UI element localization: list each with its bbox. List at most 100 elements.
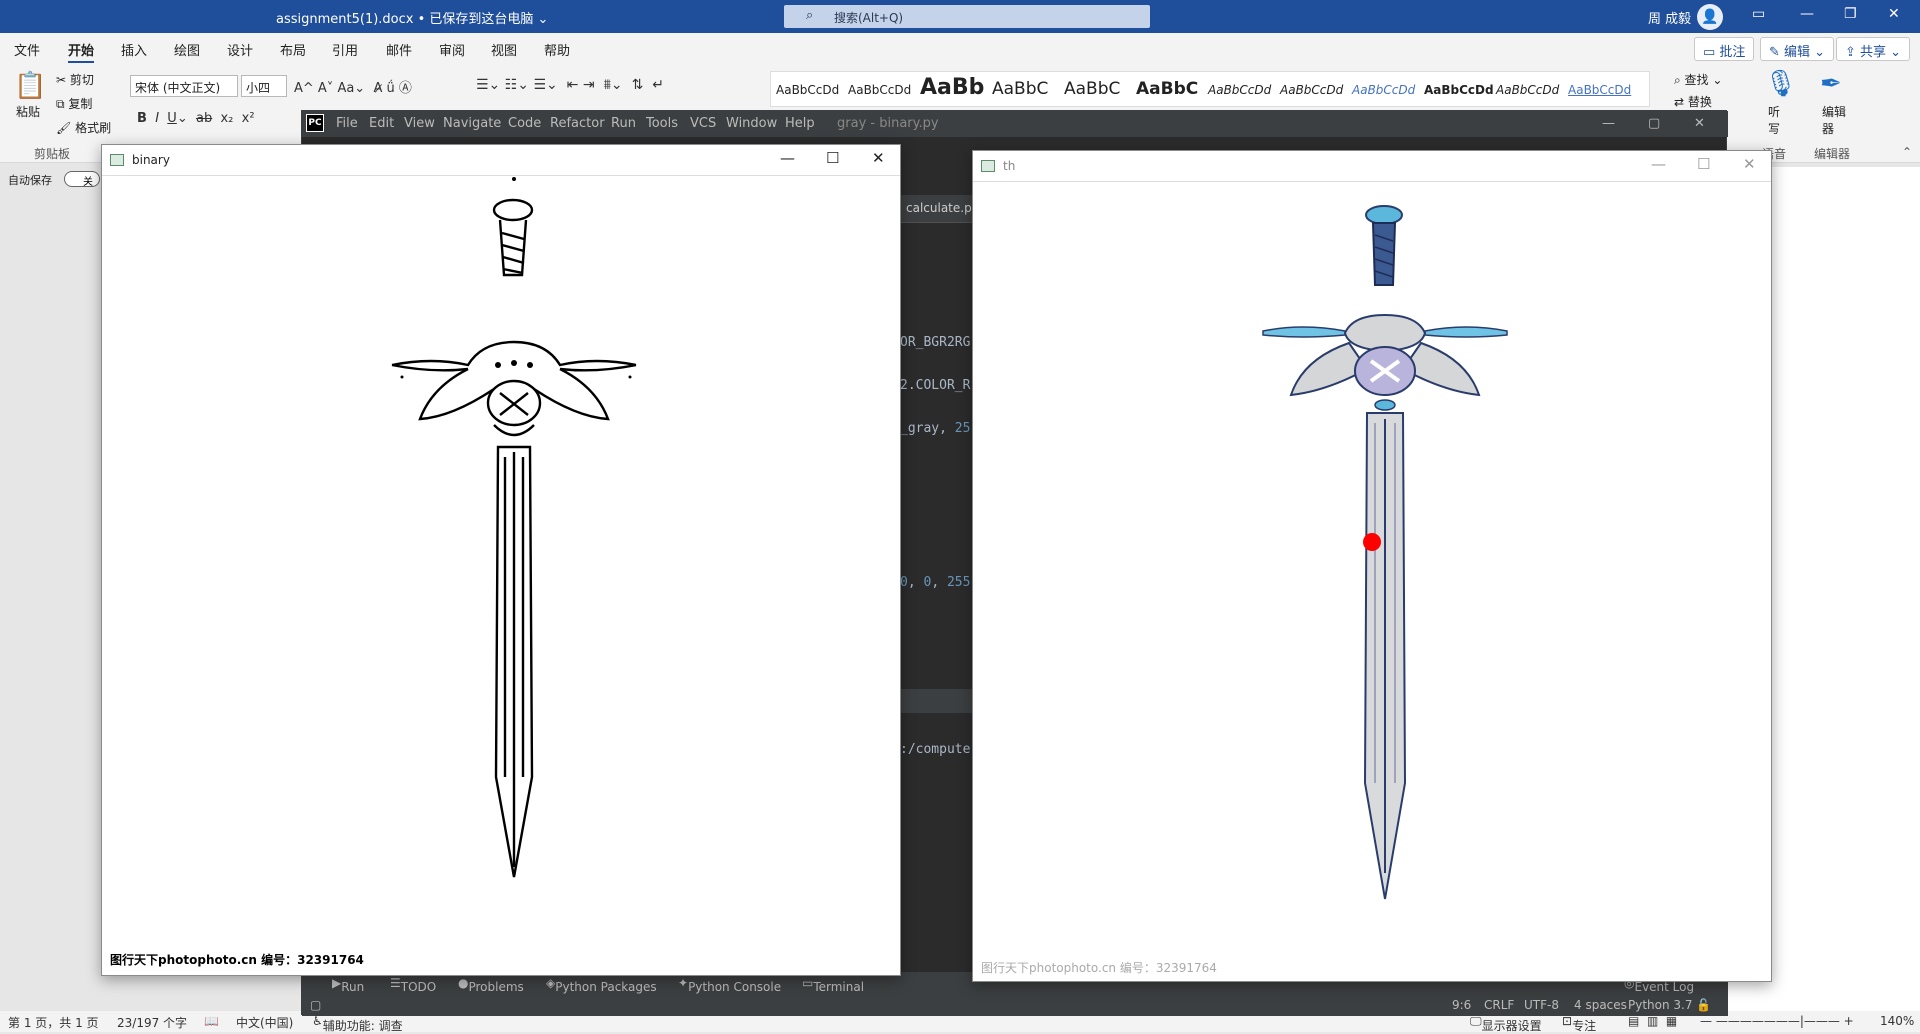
style-quote[interactable]: AaBbCcDd xyxy=(1496,83,1559,97)
style-title[interactable]: AaBbC xyxy=(1064,79,1120,99)
tab-calculate-py[interactable]: calculate.py xyxy=(906,201,979,215)
style-subtitle[interactable]: AaBbC xyxy=(1136,79,1198,99)
tab-insert[interactable]: 插入 xyxy=(121,40,147,59)
ribbon-display-icon[interactable]: ▭ xyxy=(1752,6,1765,22)
menu-edit[interactable]: Edit xyxy=(369,116,394,131)
tab-mailings[interactable]: 邮件 xyxy=(386,40,412,59)
share-button[interactable]: ⇪ 共享 ⌄ xyxy=(1836,37,1911,61)
console-tool-label: Python Console xyxy=(688,980,782,994)
user-name[interactable]: 周 成毅 xyxy=(1648,8,1691,27)
tab-review[interactable]: 审阅 xyxy=(439,40,465,59)
menu-code[interactable]: Code xyxy=(508,116,541,131)
paste-icon[interactable]: 📋 xyxy=(14,71,46,101)
style-strong[interactable]: AaBbCcDd xyxy=(1424,83,1494,97)
editing-mode-button[interactable]: ✎ 编辑 ⌄ xyxy=(1760,37,1835,61)
editor-label[interactable]: 编辑器 xyxy=(1822,103,1848,137)
paste-label[interactable]: 粘贴 xyxy=(16,103,40,120)
python-interpreter[interactable]: Python 3.7 xyxy=(1628,998,1693,1012)
font-format-controls[interactable]: B I U⌄ ab x₂ x² xyxy=(137,111,255,126)
word-search-box[interactable]: ⌕ 搜索(Alt+Q) xyxy=(784,5,1150,28)
view-buttons[interactable]: ▤ ▥ ▦ xyxy=(1628,1014,1677,1028)
tab-design[interactable]: 设计 xyxy=(227,40,253,59)
style-subtle-emphasis[interactable]: AaBbCcDd xyxy=(1208,83,1271,97)
display-settings[interactable]: 🖵 显示器设置 xyxy=(1470,1014,1542,1033)
menu-file[interactable]: File xyxy=(336,116,358,131)
lock-icon[interactable]: 🔓 xyxy=(1696,998,1711,1012)
collapse-ribbon-icon[interactable]: ⌃ xyxy=(1902,145,1912,159)
font-size-select[interactable]: 小四 xyxy=(241,75,287,97)
code-text: , xyxy=(907,575,924,590)
restore-icon[interactable]: ❐ xyxy=(1844,6,1857,22)
binary-maximize-icon[interactable]: ☐ xyxy=(826,149,839,167)
tab-home[interactable]: 开始 xyxy=(68,40,95,64)
run-tool-button[interactable]: ▶ Run xyxy=(332,976,364,994)
tab-references[interactable]: 引用 xyxy=(332,40,358,59)
font-name-select[interactable]: 宋体 (中文正文) xyxy=(130,75,238,97)
style-normal[interactable]: AaBbCcDd xyxy=(776,83,839,97)
avatar[interactable]: 👤 xyxy=(1697,4,1723,30)
menu-refactor[interactable]: Refactor xyxy=(550,116,605,131)
dictate-label[interactable]: 听写 xyxy=(1768,103,1782,137)
menu-help[interactable]: Help xyxy=(785,116,815,131)
zoom-level[interactable]: 140% xyxy=(1880,1014,1914,1028)
tab-draw[interactable]: 绘图 xyxy=(174,40,200,59)
th-minimize-icon[interactable]: — xyxy=(1651,155,1666,173)
menu-window[interactable]: Window xyxy=(726,116,777,131)
red-marker-dot xyxy=(1363,533,1381,551)
file-encoding[interactable]: UTF-8 xyxy=(1524,998,1559,1012)
th-close-icon[interactable]: ✕ xyxy=(1743,155,1756,173)
console-tool-button[interactable]: ✦ Python Console xyxy=(678,976,781,994)
caret-position[interactable]: 9:6 xyxy=(1452,998,1471,1012)
page-count[interactable]: 第 1 页，共 1 页 xyxy=(8,1014,99,1031)
word-count[interactable]: 23/197 个字 xyxy=(117,1014,187,1031)
pycharm-restore-icon[interactable]: ▢ xyxy=(1648,116,1660,131)
style-no-spacing[interactable]: AaBbCcDd xyxy=(848,83,911,97)
terminal-tool-button[interactable]: ▭ Terminal xyxy=(802,976,864,994)
style-emphasis[interactable]: AaBbCcDd xyxy=(1280,83,1343,97)
font-size-controls[interactable]: A^ A˅ Aa⌄ A̷ ǘ Ⓐ xyxy=(294,77,412,96)
accessibility-status[interactable]: ♿ 辅助功能: 调查 xyxy=(312,1014,403,1033)
document-title[interactable]: assignment5(1).docx • 已保存到这台电脑 ⌄ xyxy=(276,8,548,27)
find-button[interactable]: ⌕ 查找 ⌄ xyxy=(1674,71,1722,88)
pycharm-minimize-icon[interactable]: — xyxy=(1602,116,1615,131)
tab-view[interactable]: 视图 xyxy=(491,40,517,59)
menu-tools[interactable]: Tools xyxy=(646,116,678,131)
close-icon[interactable]: ✕ xyxy=(1888,6,1900,22)
pycharm-close-icon[interactable]: ✕ xyxy=(1694,116,1705,131)
copy-button[interactable]: ⧉ 复制 xyxy=(56,95,92,112)
binary-close-icon[interactable]: ✕ xyxy=(872,149,885,167)
minimize-icon[interactable]: — xyxy=(1800,6,1814,22)
tab-help[interactable]: 帮助 xyxy=(544,40,570,59)
cut-button[interactable]: ✂ 剪切 xyxy=(56,71,94,88)
problems-tool-button[interactable]: ● Problems xyxy=(458,976,524,994)
tab-layout[interactable]: 布局 xyxy=(280,40,306,59)
menu-navigate[interactable]: Navigate xyxy=(443,116,501,131)
comments-button[interactable]: ▭ 批注 xyxy=(1694,37,1755,61)
editor-icon[interactable]: ✒ xyxy=(1820,69,1842,99)
todo-tool-button[interactable]: ☰ TODO xyxy=(390,976,436,994)
replace-button[interactable]: ⇄ 替换 xyxy=(1674,93,1712,110)
autosave-toggle[interactable]: 关 xyxy=(64,171,100,188)
format-painter-button[interactable]: 🖌 格式刷 xyxy=(56,119,111,136)
style-heading2[interactable]: AaBbC xyxy=(992,79,1048,99)
menu-view[interactable]: View xyxy=(404,116,435,131)
binary-minimize-icon[interactable]: — xyxy=(780,149,795,167)
style-heading1[interactable]: AaBb xyxy=(920,75,984,100)
indent-setting[interactable]: 4 spaces xyxy=(1574,998,1627,1012)
editor-group-label: 编辑器 xyxy=(1814,147,1851,161)
proofing-icon[interactable]: 📖 xyxy=(204,1014,219,1028)
style-intense-quote[interactable]: AaBbCcDd xyxy=(1568,83,1631,97)
line-separator[interactable]: CRLF xyxy=(1484,998,1514,1012)
layout-icon[interactable]: ▢ xyxy=(310,998,321,1012)
menu-run[interactable]: Run xyxy=(611,116,636,131)
tab-file[interactable]: 文件 xyxy=(14,40,40,59)
paragraph-controls[interactable]: ☰⌄ ☷⌄ ☰⌄ ⇤ ⇥ ⩩⌄ ⇅ ↵ xyxy=(476,77,664,93)
menu-vcs[interactable]: VCS xyxy=(690,116,716,131)
language-status[interactable]: 中文(中国) xyxy=(236,1014,293,1031)
focus-mode[interactable]: ⊡ 专注 xyxy=(1562,1014,1596,1033)
packages-tool-button[interactable]: ◈ Python Packages xyxy=(546,976,657,994)
th-maximize-icon[interactable]: ☐ xyxy=(1697,155,1710,173)
style-intense-emphasis[interactable]: AaBbCcDd xyxy=(1352,83,1415,97)
microphone-icon[interactable]: 🎙 xyxy=(1764,69,1797,99)
zoom-slider[interactable]: — ———————|——— + xyxy=(1700,1014,1854,1028)
